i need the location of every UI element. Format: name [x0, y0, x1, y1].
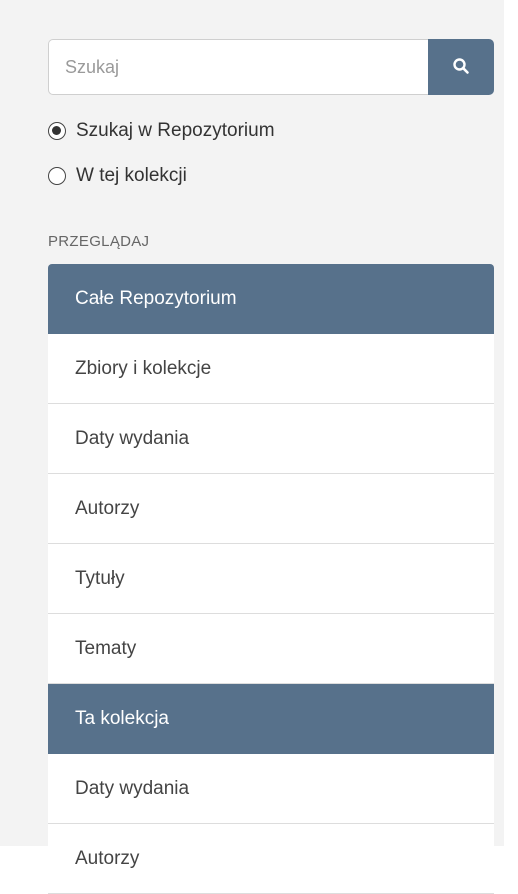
browse-section-header: Całe Repozytorium [48, 264, 494, 334]
scope-option-repository[interactable]: Szukaj w Repozytorium [48, 117, 275, 145]
search-group [48, 39, 494, 95]
radio-button-selected[interactable] [48, 122, 66, 140]
search-scope-options: Szukaj w Repozytorium W tej kolekcji [48, 117, 275, 207]
search-input[interactable] [48, 39, 428, 95]
sidebar-panel: Szukaj w Repozytorium W tej kolekcji PRZ… [0, 0, 504, 894]
scope-option-collection[interactable]: W tej kolekcji [48, 162, 275, 190]
browse-section-header: Ta kolekcja [48, 684, 494, 754]
browse-list: Całe Repozytorium Zbiory i kolekcje Daty… [48, 264, 494, 894]
browse-heading: PRZEGLĄDAJ [48, 233, 150, 250]
browse-item-dates[interactable]: Daty wydania [48, 754, 494, 824]
browse-item-dates[interactable]: Daty wydania [48, 404, 494, 474]
browse-item-authors[interactable]: Autorzy [48, 474, 494, 544]
search-icon [452, 57, 470, 78]
browse-item-authors[interactable]: Autorzy [48, 824, 494, 894]
browse-item-titles[interactable]: Tytuły [48, 544, 494, 614]
scope-option-label: Szukaj w Repozytorium [76, 120, 275, 141]
scope-option-label: W tej kolekcji [76, 165, 187, 186]
radio-button[interactable] [48, 167, 66, 185]
browse-item-subjects[interactable]: Tematy [48, 614, 494, 684]
search-button[interactable] [428, 39, 494, 95]
browse-item-collections[interactable]: Zbiory i kolekcje [48, 334, 494, 404]
